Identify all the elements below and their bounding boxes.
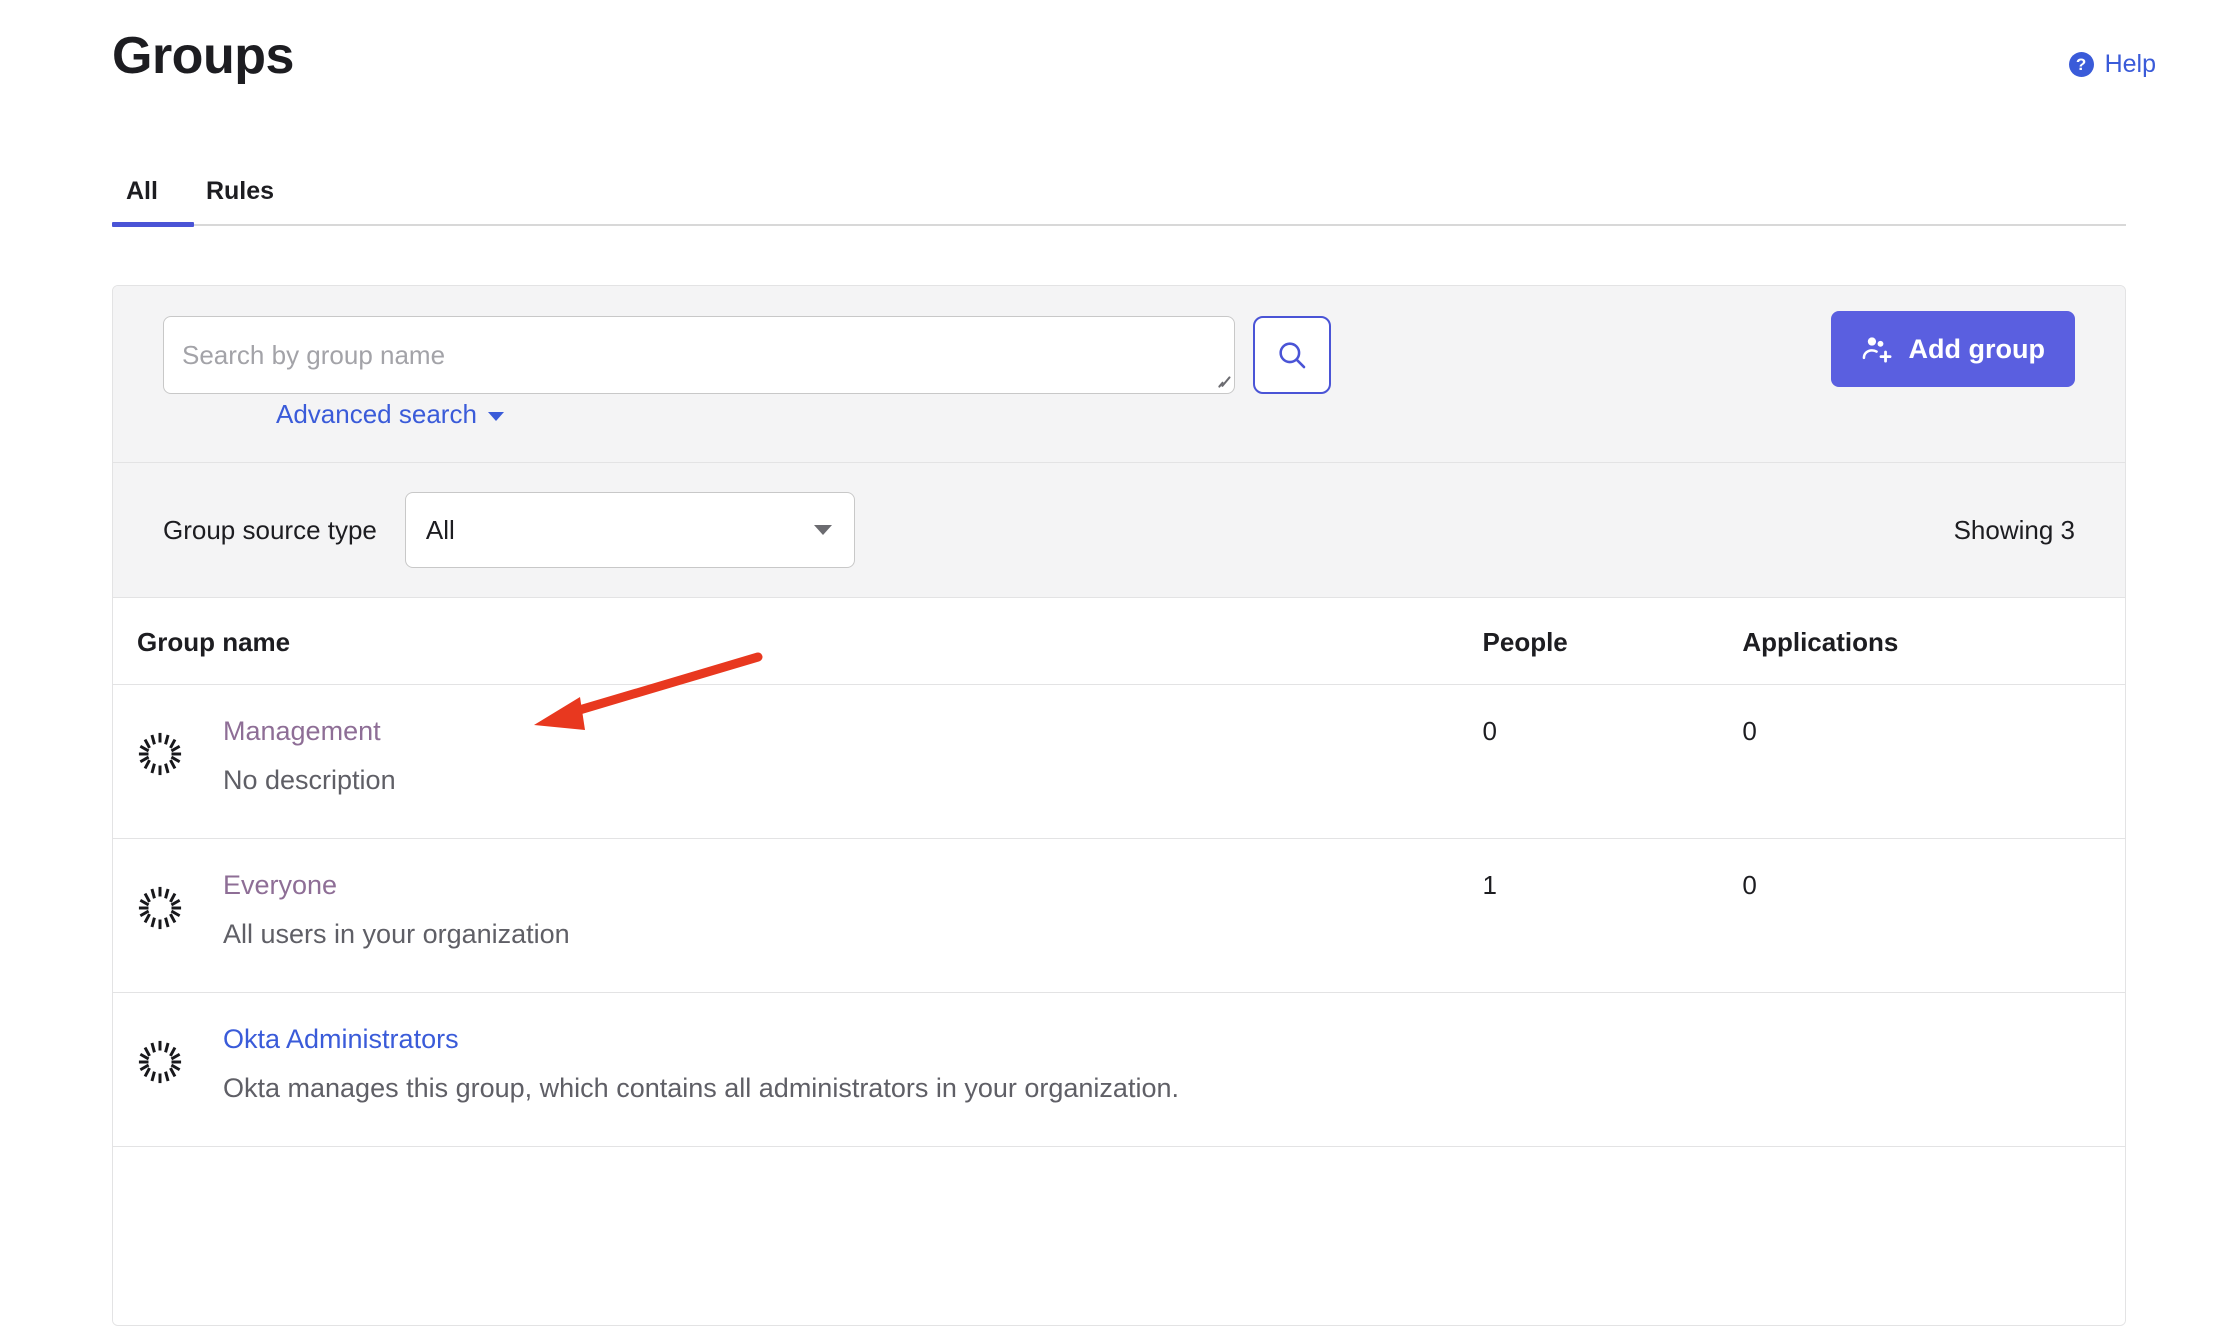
search-input[interactable]: Search by group name (163, 316, 1235, 394)
search-section: Search by group name Advanced search Add… (113, 286, 2125, 463)
tab-active-indicator (112, 222, 194, 227)
table-row[interactable] (113, 1147, 2125, 1326)
column-header-people: People (1482, 598, 1743, 685)
groups-page: Groups ? Help All Rules Search by group … (0, 0, 2238, 1326)
cell-group-name (113, 1147, 1483, 1326)
groups-table: Group name People Applications Managemen… (113, 598, 2125, 1325)
add-group-button[interactable]: Add group (1830, 311, 2075, 387)
group-name-link[interactable]: Okta Administrators (223, 1021, 459, 1057)
cell-applications-count: 0 (1742, 684, 2125, 839)
tab-rules[interactable]: Rules (182, 176, 298, 224)
group-description: No description (223, 765, 396, 795)
magnifying-glass-icon (1279, 342, 1306, 369)
search-input-placeholder: Search by group name (182, 340, 446, 370)
filter-section: Group source type All Showing 3 (113, 463, 2125, 598)
table-row[interactable]: Management No description 0 0 (113, 684, 2125, 839)
person-add-icon (1862, 337, 1891, 363)
cell-applications-count (1742, 1147, 2125, 1326)
cell-people-count (1483, 1147, 1743, 1326)
cell-people-count (1482, 992, 1743, 1147)
group-description: All users in your organization (223, 919, 570, 949)
cell-group-name: Management No description (113, 684, 1483, 839)
page-title: Groups (112, 27, 294, 85)
table-row[interactable]: Everyone All users in your organization … (113, 838, 2125, 993)
add-group-label: Add group (1908, 334, 2045, 364)
table-header-row: Group name People Applications (113, 598, 2125, 685)
column-header-applications: Applications (1742, 598, 2125, 685)
groups-panel: Search by group name Advanced search Add… (112, 285, 2126, 1326)
column-header-group-name: Group name (113, 598, 1483, 685)
okta-sunburst-icon (138, 732, 182, 776)
tabs-bar: All Rules (112, 160, 2126, 228)
group-description: Okta manages this group, which contains … (223, 1073, 1179, 1103)
help-link[interactable]: ? Help (2068, 50, 2156, 78)
page-header: Groups ? Help (0, 0, 2238, 150)
group-source-type-label: Group source type (163, 515, 377, 545)
table-row[interactable]: Okta Administrators Okta manages this gr… (113, 992, 2125, 1147)
help-label: Help (2104, 50, 2156, 78)
okta-sunburst-icon (138, 886, 182, 930)
cell-group-name: Okta Administrators Okta manages this gr… (113, 992, 1483, 1147)
textarea-resize-handle[interactable] (1213, 373, 1229, 389)
advanced-search-toggle[interactable]: Advanced search (276, 398, 504, 430)
chevron-down-icon (487, 411, 504, 421)
group-name-link[interactable]: Management (223, 713, 381, 749)
cell-group-name: Everyone All users in your organization (113, 838, 1483, 993)
tab-rules-label: Rules (205, 177, 275, 205)
group-name-link[interactable]: Everyone (223, 867, 337, 903)
advanced-search-label: Advanced search (276, 399, 477, 429)
cell-people-count: 1 (1482, 838, 1743, 993)
search-button[interactable] (1253, 316, 1331, 394)
cell-applications-count (1742, 992, 2125, 1147)
tab-all-label: All (126, 177, 158, 205)
question-mark-circle-icon: ? (2068, 51, 2094, 77)
cell-people-count: 0 (1482, 684, 1743, 839)
group-source-type-value: All (425, 515, 455, 545)
group-source-type-select[interactable]: All (404, 492, 855, 568)
chevron-down-icon (813, 525, 832, 535)
cell-applications-count: 0 (1742, 838, 2125, 993)
showing-count: Showing 3 (1953, 515, 2075, 545)
okta-sunburst-icon (138, 1040, 182, 1084)
tab-all[interactable]: All (102, 176, 182, 224)
tabs-divider (112, 224, 2126, 226)
